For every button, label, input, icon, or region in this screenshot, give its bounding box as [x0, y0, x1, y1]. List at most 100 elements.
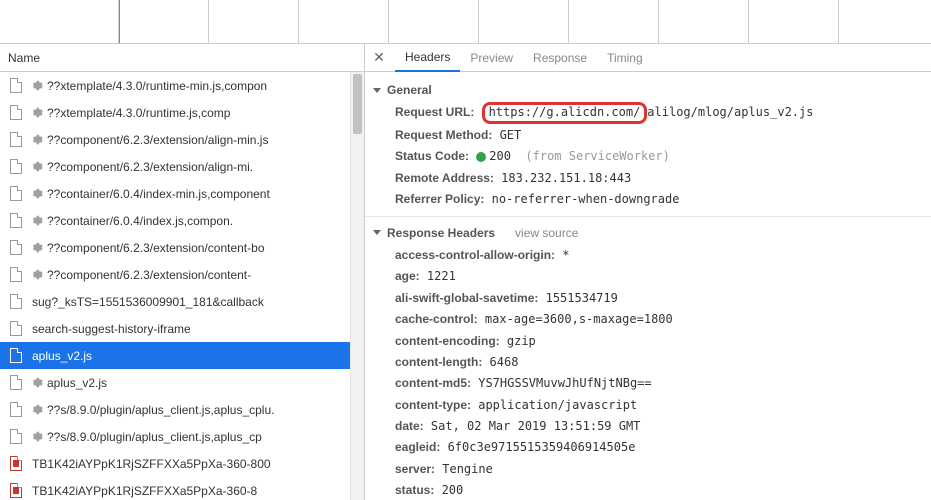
timeline-cell	[0, 0, 119, 43]
gear-icon	[32, 161, 43, 172]
column-header-name[interactable]: Name	[0, 44, 364, 72]
kv-value: gzip	[500, 334, 536, 348]
file-icon	[10, 186, 24, 202]
timeline-cell	[569, 0, 659, 43]
list-item[interactable]: TB1K42iAYPpK1RjSZFFXXa5PpXa-360-800	[0, 450, 350, 477]
kv-value: YS7HGSSVMuvwJhUfNjtNBg==	[471, 376, 652, 390]
tab-response[interactable]: Response	[523, 44, 597, 72]
detail-body: General Request URL: https://g.alicdn.co…	[365, 72, 931, 500]
status-code-value: 200	[489, 149, 511, 163]
timeline-strip	[0, 0, 931, 44]
kv-status-code: Status Code: 200 (from ServiceWorker)	[395, 146, 921, 166]
section-title-label: Response Headers	[387, 223, 495, 243]
response-header-row: content-md5: YS7HGSSVMuvwJhUfNjtNBg==	[395, 373, 921, 393]
file-icon	[10, 294, 24, 310]
network-request-list-pane: Name ??xtemplate/4.3.0/runtime-min.js,co…	[0, 44, 365, 500]
response-header-row: content-encoding: gzip	[395, 331, 921, 351]
scrollbar-thumb[interactable]	[353, 74, 362, 134]
gear-icon	[32, 80, 43, 91]
list-item[interactable]: ??s/8.9.0/plugin/aplus_client.js,aplus_c…	[0, 396, 350, 423]
kv-value: 183.232.151.18:443	[501, 171, 631, 185]
file-icon	[10, 375, 24, 391]
list-item[interactable]: ??xtemplate/4.3.0/runtime-min.js,compon	[0, 72, 350, 99]
gear-icon	[32, 269, 43, 280]
list-item[interactable]: ??xtemplate/4.3.0/runtime.js,comp	[0, 99, 350, 126]
kv-value: Sat, 02 Mar 2019 13:51:59 GMT	[424, 419, 641, 433]
tab-headers[interactable]: Headers	[395, 44, 460, 72]
list-item[interactable]: ??container/6.0.4/index.js,compon.	[0, 207, 350, 234]
list-item[interactable]: search-suggest-history-iframe	[0, 315, 350, 342]
kv-value: 1551534719	[538, 291, 617, 305]
response-header-row: status: 200	[395, 480, 921, 500]
response-header-row: content-length: 6468	[395, 352, 921, 372]
close-icon[interactable]: ✕	[369, 48, 389, 68]
request-name: search-suggest-history-iframe	[32, 322, 191, 336]
url-path: alilog/mlog/aplus_v2.js	[647, 105, 813, 119]
list-item[interactable]: ??component/6.2.3/extension/align-mi.	[0, 153, 350, 180]
file-icon	[10, 78, 24, 94]
kv-value: 6f0c3e9715515359406914505e	[440, 440, 635, 454]
list-item[interactable]: aplus_v2.js	[0, 342, 350, 369]
list-item[interactable]: sug?_ksTS=1551536009901_181&callback	[0, 288, 350, 315]
timeline-cell	[209, 0, 299, 43]
kv-value: application/javascript	[471, 398, 637, 412]
list-item[interactable]: ??container/6.0.4/index-min.js,component	[0, 180, 350, 207]
response-header-row: ali-swift-global-savetime: 1551534719	[395, 288, 921, 308]
response-header-row: access-control-allow-origin: *	[395, 245, 921, 265]
file-icon	[10, 159, 24, 175]
list-item[interactable]: ??component/6.2.3/extension/content-bo	[0, 234, 350, 261]
kv-key: content-md5:	[395, 376, 471, 390]
file-icon	[10, 321, 24, 337]
response-header-row: content-type: application/javascript	[395, 395, 921, 415]
request-name: aplus_v2.js	[47, 376, 107, 390]
request-name: ??container/6.0.4/index-min.js,component	[47, 187, 270, 201]
file-icon	[10, 240, 24, 256]
kv-request-url: Request URL: https://g.alicdn.com/alilog…	[395, 102, 921, 124]
highlighted-host: https://g.alicdn.com/	[482, 102, 648, 124]
section-general[interactable]: General	[373, 80, 921, 100]
kv-value: 6468	[482, 355, 518, 369]
list-item[interactable]: ??component/6.2.3/extension/align-min.js	[0, 126, 350, 153]
divider	[365, 216, 931, 217]
request-name: ??component/6.2.3/extension/content-bo	[47, 241, 265, 255]
kv-key: ali-swift-global-savetime:	[395, 291, 538, 305]
status-dot-icon	[476, 152, 486, 162]
file-icon	[10, 429, 24, 445]
gear-icon	[32, 215, 43, 226]
timeline-cell	[299, 0, 389, 43]
kv-key: Request Method:	[395, 128, 492, 142]
kv-value: https://g.alicdn.com/alilog/mlog/aplus_v…	[482, 105, 814, 119]
gear-icon	[32, 242, 43, 253]
request-name: ??s/8.9.0/plugin/aplus_client.js,aplus_c…	[47, 430, 262, 444]
file-icon	[10, 132, 24, 148]
gear-icon	[32, 188, 43, 199]
file-image-icon	[10, 456, 24, 472]
kv-key: content-encoding:	[395, 334, 500, 348]
response-header-row: date: Sat, 02 Mar 2019 13:51:59 GMT	[395, 416, 921, 436]
tab-preview[interactable]: Preview	[460, 44, 523, 72]
kv-key: age:	[395, 269, 420, 283]
list-item[interactable]: aplus_v2.js	[0, 369, 350, 396]
request-list: ??xtemplate/4.3.0/runtime-min.js,compon?…	[0, 72, 364, 500]
scrollbar[interactable]	[350, 72, 364, 500]
section-title-label: General	[387, 80, 432, 100]
kv-key: date:	[395, 419, 424, 433]
response-header-row: cache-control: max-age=3600,s-maxage=180…	[395, 309, 921, 329]
section-response-headers[interactable]: Response Headers view source	[373, 223, 921, 243]
kv-key: content-type:	[395, 398, 471, 412]
timeline-cell	[659, 0, 749, 43]
list-item[interactable]: ??component/6.2.3/extension/content-	[0, 261, 350, 288]
file-icon	[10, 105, 24, 121]
gear-icon	[32, 431, 43, 442]
view-source-link[interactable]: view source	[515, 223, 578, 243]
kv-value: 200	[434, 483, 463, 497]
gear-icon	[32, 377, 43, 388]
request-name: aplus_v2.js	[32, 349, 92, 363]
kv-value: 1221	[420, 269, 456, 283]
tab-timing[interactable]: Timing	[597, 44, 653, 72]
chevron-down-icon	[373, 88, 381, 93]
kv-key: Referrer Policy:	[395, 192, 484, 206]
request-detail-pane: ✕ HeadersPreviewResponseTiming General R…	[365, 44, 931, 500]
list-item[interactable]: TB1K42iAYPpK1RjSZFFXXa5PpXa-360-8	[0, 477, 350, 500]
list-item[interactable]: ??s/8.9.0/plugin/aplus_client.js,aplus_c…	[0, 423, 350, 450]
